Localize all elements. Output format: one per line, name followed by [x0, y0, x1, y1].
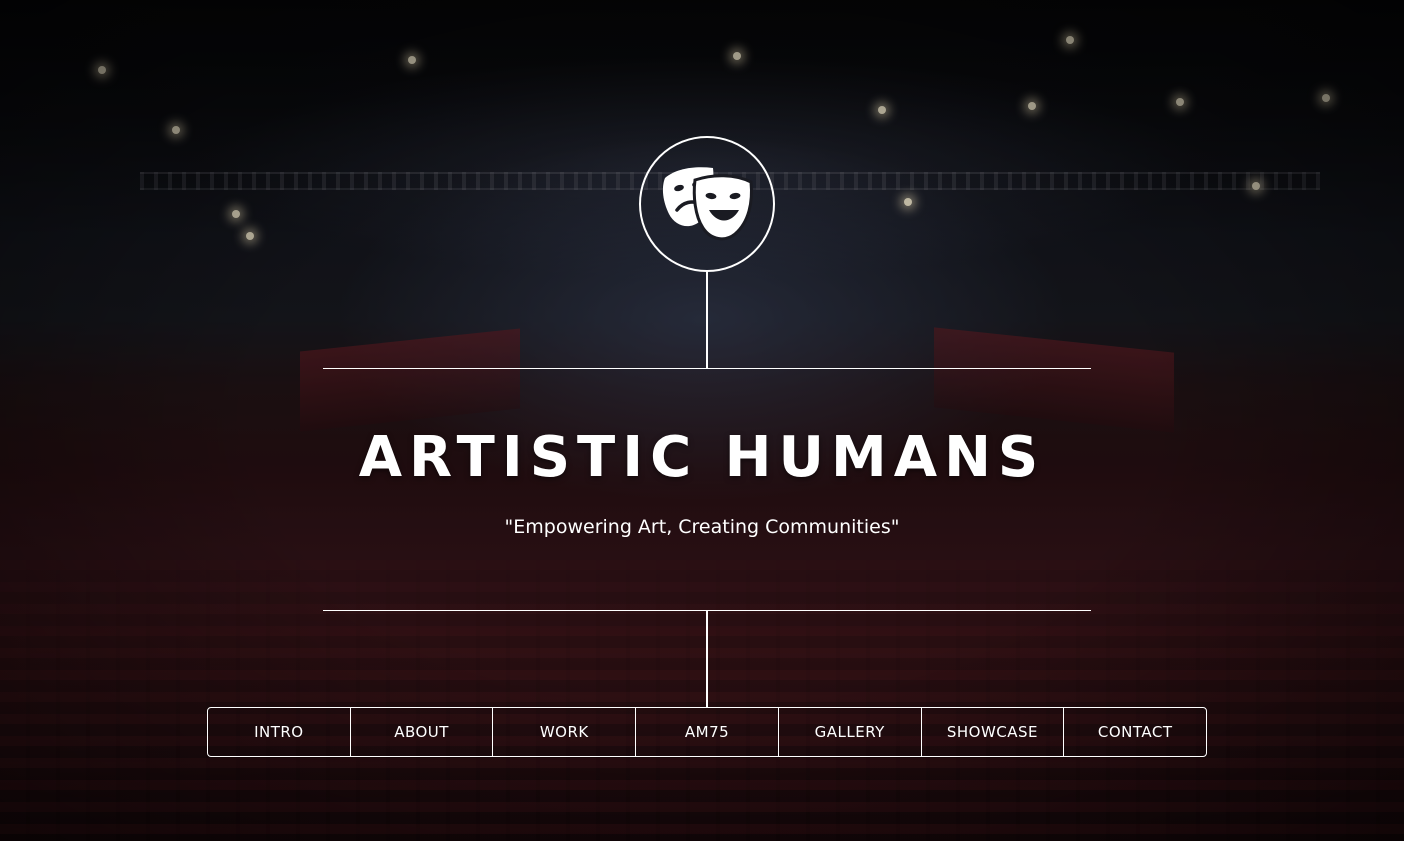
nav-item-about[interactable]: ABOUT	[351, 708, 494, 756]
nav-item-contact[interactable]: CONTACT	[1064, 708, 1206, 756]
page: Artistic Humans "Empowering Art, Creatin…	[0, 0, 1404, 841]
nav-item-am75[interactable]: AM75	[636, 708, 779, 756]
nav-item-work[interactable]: WORK	[493, 708, 637, 756]
tagline: "Empowering Art, Creating Communities"	[504, 516, 900, 538]
header-connector-line	[706, 270, 708, 368]
site-logo[interactable]	[639, 136, 775, 272]
theater-masks-icon	[662, 167, 753, 241]
nav-item-gallery[interactable]: GALLERY	[779, 708, 922, 756]
nav-item-showcase[interactable]: SHOWCASE	[922, 708, 1065, 756]
nav-item-intro[interactable]: INTRO	[208, 708, 351, 756]
header-divider-top	[323, 368, 1091, 369]
main-nav: INTRO ABOUT WORK AM75 GALLERY SHOWCASE C…	[207, 707, 1207, 757]
nav-connector-line	[706, 611, 708, 707]
page-title: Artistic Humans	[358, 425, 1046, 490]
